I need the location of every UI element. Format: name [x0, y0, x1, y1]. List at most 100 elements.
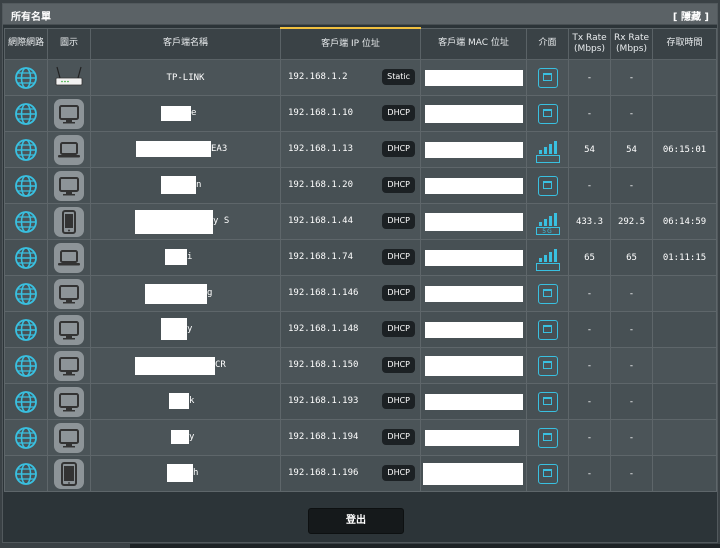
internet-cell[interactable] [4, 275, 48, 312]
device-icon-cell[interactable] [47, 203, 91, 240]
internet-cell[interactable] [4, 167, 48, 204]
desktop-icon[interactable] [54, 422, 84, 453]
table-row[interactable]: n 192.168.1.20 DHCP - - [4, 167, 717, 204]
tablet-icon[interactable] [54, 458, 84, 489]
table-row[interactable]: i 192.168.1.74 DHCP 65 65 01:11:15 [4, 239, 717, 276]
globe-icon[interactable] [14, 102, 38, 125]
globe-icon[interactable] [14, 318, 38, 341]
col-rx-rate[interactable]: Rx Rate (Mbps) [610, 27, 653, 60]
globe-icon[interactable] [14, 246, 38, 269]
col-client-name[interactable]: 客戶端名稱 [90, 27, 281, 60]
table-row[interactable]: TP-LINK 192.168.1.2 Static - - [4, 59, 717, 96]
internet-cell[interactable] [4, 239, 48, 276]
table-row[interactable]: y 192.168.1.148 DHCP - - [4, 311, 717, 348]
col-interface[interactable]: 介面 [526, 27, 569, 60]
client-name-cell[interactable]: g [90, 275, 281, 312]
client-name-cell[interactable]: e [90, 95, 281, 132]
internet-cell[interactable] [4, 347, 48, 384]
globe-icon[interactable] [14, 426, 38, 449]
client-name[interactable]: y S [213, 216, 229, 226]
internet-cell[interactable] [4, 383, 48, 420]
client-name[interactable]: e [191, 108, 196, 118]
table-row[interactable]: y S 192.168.1.44 DHCP 5G 433.3 292.5 06:14:59 [4, 203, 717, 240]
globe-icon[interactable] [14, 462, 38, 485]
col-client-ip[interactable]: 客戶端 IP 位址 [280, 27, 421, 60]
laptop-icon[interactable] [54, 242, 84, 273]
laptop-icon[interactable] [54, 134, 84, 165]
client-name-cell[interactable]: k [90, 383, 281, 420]
table-row[interactable]: EA3 192.168.1.13 DHCP 54 54 06:15:01 [4, 131, 717, 168]
col-client-mac[interactable]: 客戶端 MAC 位址 [420, 27, 527, 60]
client-name[interactable]: y [187, 324, 192, 334]
panel-header: 所有名單 [ 隱藏 ] [3, 4, 717, 25]
col-internet[interactable]: 網際網路 [4, 27, 48, 60]
client-name[interactable]: CR [215, 360, 226, 370]
globe-icon[interactable] [14, 390, 38, 413]
internet-cell[interactable] [4, 95, 48, 132]
col-icon[interactable]: 圖示 [47, 27, 91, 60]
table-row[interactable]: k 192.168.1.193 DHCP - - [4, 383, 717, 420]
client-name-cell[interactable]: h [90, 455, 281, 492]
globe-icon[interactable] [14, 354, 38, 377]
desktop-icon[interactable] [54, 314, 84, 345]
col-tx-rate[interactable]: Tx Rate (Mbps) [568, 27, 611, 60]
client-name[interactable]: n [196, 180, 201, 190]
desktop-icon[interactable] [54, 278, 84, 309]
router-icon[interactable] [54, 63, 84, 93]
table-row[interactable]: y 192.168.1.194 DHCP - - [4, 419, 717, 456]
globe-icon[interactable] [14, 174, 38, 197]
device-icon-cell[interactable] [47, 347, 91, 384]
rx-rate: - [628, 180, 635, 191]
device-icon-cell[interactable] [47, 419, 91, 456]
internet-cell[interactable] [4, 203, 48, 240]
client-name-cell[interactable]: i [90, 239, 281, 276]
device-icon-cell[interactable] [47, 383, 91, 420]
internet-cell[interactable] [4, 131, 48, 168]
device-icon-cell[interactable] [47, 275, 91, 312]
globe-icon[interactable] [14, 66, 38, 89]
device-icon-cell[interactable] [47, 311, 91, 348]
hide-link[interactable]: [ 隱藏 ] [673, 8, 709, 23]
client-name[interactable]: h [193, 468, 198, 478]
internet-cell[interactable] [4, 419, 48, 456]
client-name[interactable]: y [189, 432, 194, 442]
client-name-cell[interactable]: EA3 [90, 131, 281, 168]
client-name[interactable]: TP-LINK [167, 73, 205, 83]
client-name-cell[interactable]: n [90, 167, 281, 204]
desktop-icon[interactable] [54, 170, 84, 201]
rx-rate-cell: - [610, 167, 653, 204]
device-icon-cell[interactable] [47, 455, 91, 492]
logout-button[interactable]: 登出 [308, 508, 404, 534]
client-name[interactable]: EA3 [211, 144, 227, 154]
client-ip-cell: 192.168.1.146 DHCP [280, 275, 421, 312]
internet-cell[interactable] [4, 311, 48, 348]
device-icon-cell[interactable] [47, 167, 91, 204]
client-name-cell[interactable]: TP-LINK [90, 59, 281, 96]
client-name-cell[interactable]: CR [90, 347, 281, 384]
client-name[interactable]: g [207, 288, 212, 298]
desktop-icon[interactable] [54, 98, 84, 129]
client-name-cell[interactable]: y [90, 311, 281, 348]
client-ip-cell: 192.168.1.20 DHCP [280, 167, 421, 204]
client-name[interactable]: i [187, 252, 192, 262]
internet-cell[interactable] [4, 455, 48, 492]
device-icon-cell[interactable] [47, 131, 91, 168]
globe-icon[interactable] [14, 210, 38, 233]
device-icon-cell[interactable] [47, 59, 91, 96]
internet-cell[interactable] [4, 59, 48, 96]
client-name-cell[interactable]: y S [90, 203, 281, 240]
desktop-icon[interactable] [54, 386, 84, 417]
device-icon-cell[interactable] [47, 239, 91, 276]
desktop-icon[interactable] [54, 350, 84, 381]
table-row[interactable]: e 192.168.1.10 DHCP - - [4, 95, 717, 132]
device-icon-cell[interactable] [47, 95, 91, 132]
globe-icon[interactable] [14, 138, 38, 161]
table-row[interactable]: g 192.168.1.146 DHCP - - [4, 275, 717, 312]
client-name-cell[interactable]: y [90, 419, 281, 456]
globe-icon[interactable] [14, 282, 38, 305]
client-name[interactable]: k [189, 396, 194, 406]
table-row[interactable]: h 192.168.1.196 DHCP - - [4, 455, 717, 492]
phone-icon[interactable] [54, 206, 84, 237]
table-row[interactable]: CR 192.168.1.150 DHCP - - [4, 347, 717, 384]
col-access-time[interactable]: 存取時間 [652, 27, 717, 60]
